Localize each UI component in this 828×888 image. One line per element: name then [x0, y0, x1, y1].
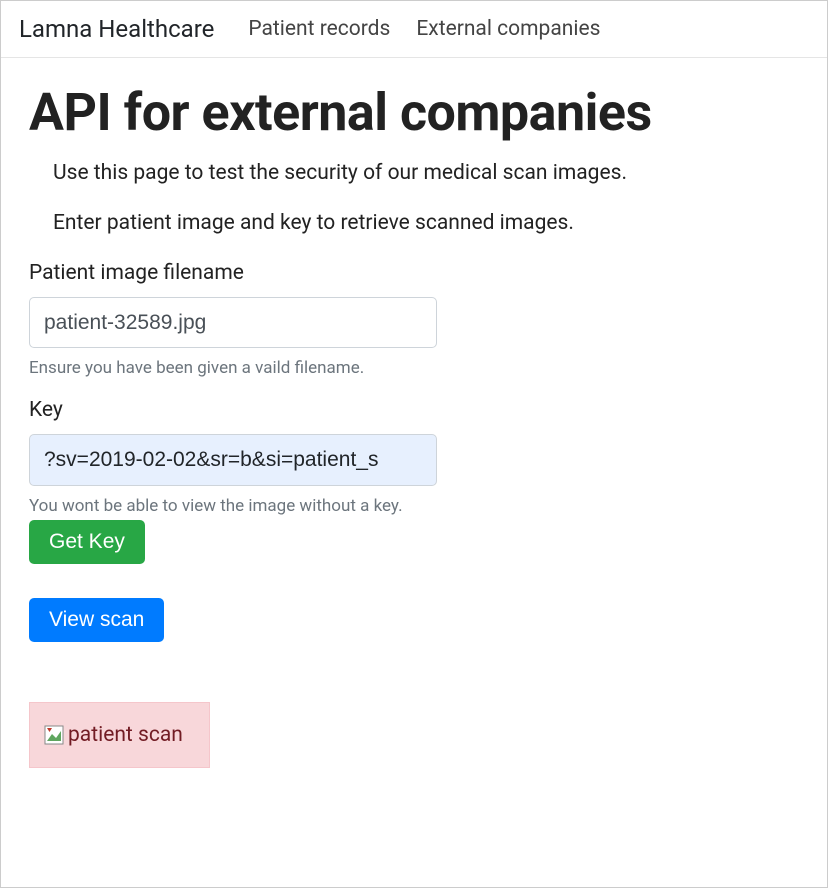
broken-image-icon — [44, 725, 64, 745]
get-key-button[interactable]: Get Key — [29, 520, 145, 564]
key-label: Key — [29, 398, 799, 422]
main-container: API for external companies Use this page… — [1, 58, 827, 788]
scan-result-alt: patient scan — [68, 723, 183, 747]
filename-group: Patient image filename Ensure you have b… — [29, 261, 799, 378]
intro-text-2: Enter patient image and key to retrieve … — [53, 211, 799, 235]
filename-input[interactable] — [29, 297, 437, 348]
brand[interactable]: Lamna Healthcare — [19, 15, 214, 43]
page-title: API for external companies — [29, 82, 799, 143]
scan-result-box: patient scan — [29, 702, 210, 768]
intro-text-1: Use this page to test the security of ou… — [53, 161, 799, 185]
filename-help: Ensure you have been given a vaild filen… — [29, 358, 799, 378]
view-scan-button[interactable]: View scan — [29, 598, 164, 642]
nav-link-patient-records[interactable]: Patient records — [248, 17, 390, 41]
key-input[interactable] — [29, 434, 437, 485]
view-group: View scan — [29, 572, 799, 642]
navbar: Lamna Healthcare Patient records Externa… — [1, 1, 827, 58]
nav-link-external-companies[interactable]: External companies — [416, 17, 600, 41]
key-help: You wont be able to view the image witho… — [29, 496, 799, 516]
key-group: Key You wont be able to view the image w… — [29, 398, 799, 563]
filename-label: Patient image filename — [29, 261, 799, 285]
